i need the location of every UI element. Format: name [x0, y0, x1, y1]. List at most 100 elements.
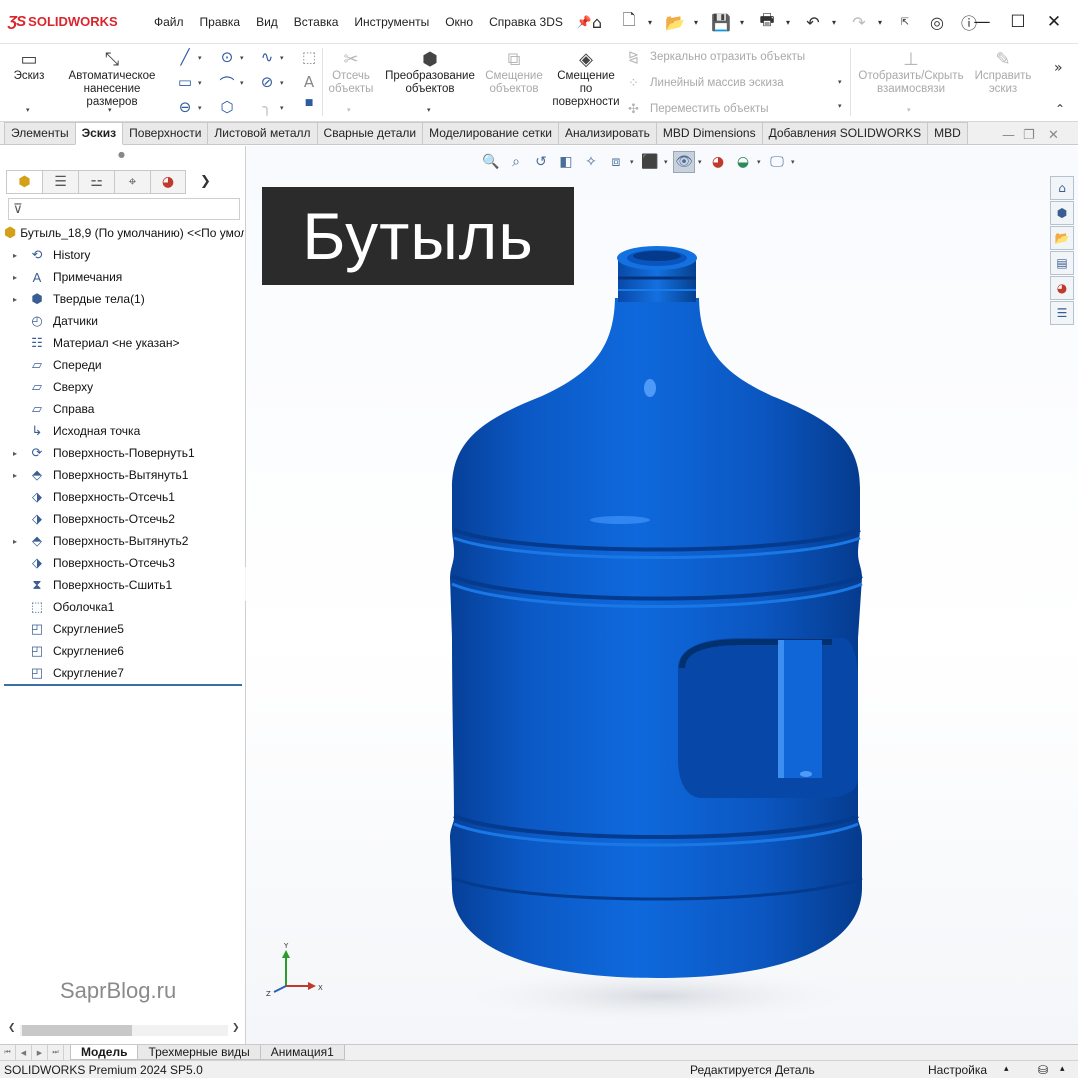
tree-item[interactable]: ⬗ Поверхность-Отсечь3	[4, 552, 244, 574]
expand-arrow-icon[interactable]: ▸	[4, 273, 26, 282]
tab-mbd-dimensions[interactable]: MBD Dimensions	[655, 122, 763, 144]
custom-properties-icon[interactable]: ☰	[1050, 301, 1074, 325]
polygon-icon[interactable]: ⬡	[216, 98, 238, 116]
circle-icon[interactable]: ⊙	[216, 48, 238, 66]
horizontal-scrollbar[interactable]: ❮ ❯	[6, 1022, 242, 1038]
next-tab-icon[interactable]: ▶	[32, 1045, 48, 1060]
tree-root-part[interactable]: ⬢ Бутыль_18,9 (По умолчанию) <<По умолча…	[4, 222, 244, 244]
tree-item[interactable]: ▱ Справа	[4, 398, 244, 420]
tab-3d-views[interactable]: Трехмерные виды	[137, 1045, 261, 1060]
zoom-to-fit-icon[interactable]: 🔍	[480, 151, 502, 173]
tree-item[interactable]: ☷ Материал <не указан>	[4, 332, 244, 354]
chevron-down-icon[interactable]: ▾	[198, 104, 202, 112]
tab-sketch[interactable]: Эскиз	[74, 122, 124, 145]
tree-item[interactable]: ▸ ⬘ Поверхность-Вытянуть1	[4, 464, 244, 486]
user-icon[interactable]: ◎	[924, 9, 950, 35]
construction-geometry-icon[interactable]: ⬚	[298, 48, 320, 66]
linear-pattern-item[interactable]: ⁘ Линейный массив эскиза	[628, 70, 848, 96]
repair-sketch-button[interactable]: ✎ Исправить эскиз	[970, 48, 1036, 96]
configuration-manager-tab[interactable]: ⚍	[78, 170, 114, 194]
chevron-down-icon[interactable]: ▾	[347, 106, 351, 114]
tab-mbd[interactable]: MBD	[927, 122, 968, 144]
hide-show-items-icon[interactable]: 👁	[673, 151, 695, 173]
menu-tools[interactable]: Инструменты	[346, 15, 437, 29]
chevron-down-icon[interactable]: ▾	[838, 102, 842, 110]
tab-evaluate[interactable]: Анализировать	[557, 122, 657, 144]
chevron-up-icon[interactable]: ▴	[1004, 1063, 1009, 1074]
view-orientation-icon[interactable]: ⧈	[605, 151, 627, 173]
scroll-thumb[interactable]	[22, 1025, 132, 1036]
tree-item[interactable]: ◰ Скругление7	[4, 662, 244, 684]
menu-view[interactable]: Вид	[248, 15, 286, 29]
point-icon[interactable]: ■	[298, 98, 320, 108]
view-settings-icon[interactable]: 🖵	[766, 151, 788, 173]
tree-item[interactable]: ▱ Сверху	[4, 376, 244, 398]
chevron-up-icon[interactable]: ⌃	[1055, 102, 1065, 116]
tab-solidworks-addins[interactable]: Добавления SOLIDWORKS	[761, 122, 929, 144]
minimize-button[interactable]: —	[964, 0, 1000, 44]
chevron-down-icon[interactable]: ▾	[630, 158, 636, 166]
offset-on-surface-button[interactable]: ◈ Смещение по поверхности	[550, 48, 622, 109]
chevron-down-icon[interactable]: ▾	[280, 54, 284, 62]
maximize-button[interactable]: ☐	[1000, 0, 1036, 44]
expand-arrow-icon[interactable]: ▸	[4, 537, 26, 546]
tree-item[interactable]: ▸ ⬢ Твердые тела(1)	[4, 288, 244, 310]
chevron-down-icon[interactable]: ▾	[832, 18, 840, 27]
mirror-entities-item[interactable]: ⧎ Зеркально отразить объекты	[628, 44, 848, 70]
display-style-icon[interactable]: ⬛	[639, 151, 661, 173]
menu-help[interactable]: Справка 3DS	[481, 15, 571, 29]
dynamic-annotation-icon[interactable]: ✧	[580, 151, 602, 173]
chevron-down-icon[interactable]: ▾	[280, 104, 284, 112]
file-explorer-icon[interactable]: 📂	[1050, 226, 1074, 250]
trim-button[interactable]: ✂ Отсечь объекты	[326, 48, 376, 96]
custom-settings[interactable]: Настройка	[928, 1063, 987, 1077]
chevron-up-icon[interactable]: ▴	[1060, 1063, 1065, 1074]
tab-weldments[interactable]: Сварные детали	[316, 122, 424, 144]
tree-item[interactable]: ◴ Датчики	[4, 310, 244, 332]
expand-arrow-icon[interactable]: ▸	[4, 295, 26, 304]
chevron-down-icon[interactable]: ▾	[26, 106, 30, 114]
tab-model[interactable]: Модель	[70, 1045, 139, 1060]
tab-mesh-modeling[interactable]: Моделирование сетки	[422, 122, 559, 144]
solidworks-logo[interactable]: ƷS SOLIDWORKS	[8, 13, 138, 30]
prev-tab-icon[interactable]: ◀	[16, 1045, 32, 1060]
tree-filter[interactable]: ⊽	[8, 198, 240, 220]
new-doc-icon[interactable]: 🗋	[616, 9, 642, 35]
text-icon[interactable]: A	[298, 73, 320, 91]
chevron-down-icon[interactable]: ▾	[694, 18, 702, 27]
chevron-down-icon[interactable]: ▾	[198, 54, 202, 62]
chevron-down-icon[interactable]: ▾	[664, 158, 670, 166]
chevron-down-icon[interactable]: ▾	[757, 158, 763, 166]
tree-item[interactable]: ▸ ⟳ Поверхность-Повернуть1	[4, 442, 244, 464]
rollback-bar[interactable]	[4, 684, 242, 686]
home-icon[interactable]: ⌂	[584, 9, 610, 35]
move-entities-item[interactable]: ✣ Переместить объекты	[628, 96, 848, 122]
zoom-to-area-icon[interactable]: ⌕	[505, 151, 527, 173]
select-icon[interactable]: ⇱	[892, 9, 918, 35]
tab-sheet-metal[interactable]: Листовой металл	[207, 122, 318, 144]
chevron-right-icon[interactable]: »	[1054, 60, 1063, 76]
chevron-down-icon[interactable]: ▾	[280, 79, 284, 87]
slot-icon[interactable]: ⊖	[174, 98, 196, 116]
expand-arrow-icon[interactable]: ▸	[4, 471, 26, 480]
open-icon[interactable]: 📂	[662, 9, 688, 35]
scroll-left-icon[interactable]: ❮	[8, 1023, 16, 1033]
tree-item[interactable]: ▱ Спереди	[4, 354, 244, 376]
doc-minimize-icon[interactable]: —	[1002, 128, 1015, 143]
panel-grip-icon[interactable]: ●	[118, 150, 125, 159]
tree-item[interactable]: ⬗ Поверхность-Отсечь2	[4, 508, 244, 530]
menu-file[interactable]: Файл	[146, 15, 192, 29]
expand-arrow-icon[interactable]: ▸	[4, 251, 26, 260]
tree-item[interactable]: ▸ A Примечания	[4, 266, 244, 288]
chevron-down-icon[interactable]: ▾	[427, 106, 431, 114]
tree-item[interactable]: ▸ ⬘ Поверхность-Вытянуть2	[4, 530, 244, 552]
convert-entities-button[interactable]: ⬢ Преобразование объектов	[380, 48, 480, 96]
tab-surfaces[interactable]: Поверхности	[122, 122, 209, 144]
chevron-down-icon[interactable]: ▾	[240, 79, 244, 87]
appearances-icon[interactable]: ◕	[1050, 276, 1074, 300]
apply-scene-icon[interactable]: ◒	[732, 151, 754, 173]
display-manager-tab[interactable]: ◕	[150, 170, 186, 194]
line-icon[interactable]: ╱	[174, 48, 196, 66]
tree-item[interactable]: ⧗ Поверхность-Сшить1	[4, 574, 244, 596]
offset-entities-button[interactable]: ⧉ Смещение объектов	[484, 48, 544, 96]
